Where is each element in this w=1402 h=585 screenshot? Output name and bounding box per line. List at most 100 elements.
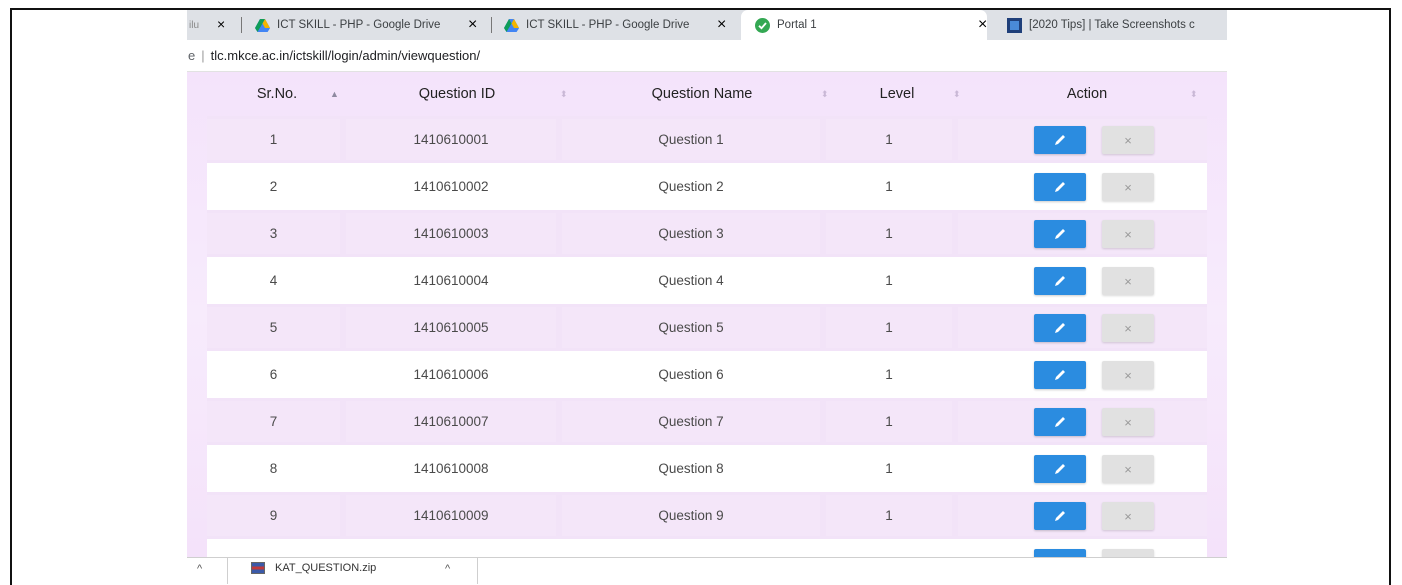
table-row: 8 1410610008 Question 8 1 × <box>207 445 1207 492</box>
pencil-icon <box>1055 323 1065 333</box>
check-circle-icon <box>755 17 770 33</box>
delete-button[interactable]: × <box>1102 314 1154 342</box>
edit-button[interactable] <box>1034 408 1086 436</box>
table-row: 7 1410610007 Question 7 1 × <box>207 398 1207 445</box>
table-row: 5 1410610005 Question 5 1 × <box>207 304 1207 351</box>
column-header-sr-no[interactable]: Sr.No. <box>237 72 317 116</box>
edit-button[interactable] <box>1034 455 1086 483</box>
cell-question-id: 1410610003 <box>346 213 556 254</box>
cell-sr-no: 7 <box>207 401 340 442</box>
cell-level: 1 <box>885 461 893 476</box>
close-icon[interactable]: × <box>717 16 726 34</box>
column-header-level[interactable]: Level <box>857 72 937 116</box>
cell-question-id: 1410610008 <box>413 461 489 476</box>
cell-question-name: Question 6 <box>658 367 724 382</box>
close-icon: × <box>1124 179 1132 195</box>
google-drive-icon <box>504 18 519 33</box>
cell-sr-no: 4 <box>269 273 278 288</box>
tab-drive-1[interactable]: ICT SKILL - PHP - Google Drive <box>255 10 485 40</box>
close-icon: × <box>1124 320 1132 336</box>
tab-portal[interactable]: Portal 1 <box>741 10 987 40</box>
tab-screenshots-tips[interactable]: [2020 Tips] | Take Screenshots c <box>1007 10 1227 40</box>
cell-sr-no: 1 <box>207 119 340 160</box>
close-icon: × <box>1124 414 1132 430</box>
cell-level: 1 <box>826 495 952 536</box>
cell-sr-no: 3 <box>207 213 340 254</box>
tab-strip: ilu × ICT SKILL - PHP - Google Drive × I… <box>187 10 1227 40</box>
close-icon[interactable]: × <box>468 16 477 34</box>
pencil-icon <box>1055 370 1065 380</box>
sort-icon[interactable]: ⬍ <box>821 89 829 100</box>
sort-icon[interactable]: ⬍ <box>560 89 568 100</box>
cell-level: 1 <box>826 213 952 254</box>
address-bar[interactable]: e | tlc.mkce.ac.in/ictskill/login/admin/… <box>187 40 1227 72</box>
tab-partial[interactable]: ilu <box>187 10 215 40</box>
cell-question-name: Question 4 <box>658 273 724 288</box>
browser-window: ilu × ICT SKILL - PHP - Google Drive × I… <box>187 10 1227 585</box>
cell-question-id: 1410610001 <box>346 119 556 160</box>
edit-button[interactable] <box>1034 126 1086 154</box>
cell-question-name: Question 7 <box>562 401 820 442</box>
delete-button[interactable]: × <box>1102 267 1154 295</box>
sort-icon[interactable]: ⬍ <box>953 89 961 100</box>
cell-question-id: 1410610007 <box>346 401 556 442</box>
edit-button[interactable] <box>1034 267 1086 295</box>
cell-level: 1 <box>885 273 893 288</box>
close-icon: × <box>1124 367 1132 383</box>
cell-sr-no: 8 <box>269 461 278 476</box>
tab-label: ilu <box>189 19 200 31</box>
sort-ascending-icon[interactable]: ▲ <box>330 89 339 99</box>
column-header-question-id[interactable]: Question ID <box>387 72 527 116</box>
download-divider <box>227 558 228 584</box>
table-row: 4 1410610004 Question 4 1 × <box>207 257 1207 304</box>
download-filename: KAT_QUESTION.zip <box>275 562 377 574</box>
cell-question-name: Question 5 <box>562 307 820 348</box>
screenshot-frame: ilu × ICT SKILL - PHP - Google Drive × I… <box>10 8 1391 585</box>
delete-button[interactable]: × <box>1102 220 1154 248</box>
table-row: 6 1410610006 Question 6 1 × <box>207 351 1207 398</box>
pencil-icon <box>1055 276 1065 286</box>
pencil-icon <box>1055 511 1065 521</box>
close-icon[interactable]: × <box>978 16 987 34</box>
cell-question-id: 1410610004 <box>413 273 489 288</box>
delete-button[interactable]: × <box>1102 455 1154 483</box>
delete-button[interactable]: × <box>1102 408 1154 436</box>
tab-label: ICT SKILL - PHP - Google Drive <box>526 19 690 31</box>
address-url[interactable]: tlc.mkce.ac.in/ictskill/login/admin/view… <box>211 48 481 63</box>
edit-button[interactable] <box>1034 220 1086 248</box>
edit-button[interactable] <box>1034 502 1086 530</box>
chevron-up-icon[interactable]: ^ <box>197 563 202 575</box>
delete-button[interactable]: × <box>1102 361 1154 389</box>
edit-button[interactable] <box>1034 361 1086 389</box>
page-content: Sr.No. ▲ Question ID ⬍ Question Name ⬍ L… <box>187 72 1227 585</box>
delete-button[interactable]: × <box>1102 126 1154 154</box>
close-icon: × <box>1124 273 1132 289</box>
close-icon[interactable]: × <box>217 16 225 32</box>
column-header-question-name[interactable]: Question Name <box>617 72 787 116</box>
cell-question-name: Question 1 <box>562 119 820 160</box>
cell-question-id: 1410610009 <box>346 495 556 536</box>
cell-sr-no: 9 <box>207 495 340 536</box>
cell-level: 1 <box>885 179 893 194</box>
edit-button[interactable] <box>1034 173 1086 201</box>
table-row: 3 1410610003 Question 3 1 × <box>207 210 1207 257</box>
column-header-action: Action <box>1066 86 1108 102</box>
cell-question-name: Question 8 <box>658 461 724 476</box>
pencil-icon <box>1055 182 1065 192</box>
address-divider: | <box>201 48 205 63</box>
download-item[interactable]: KAT_QUESTION.zip <box>251 558 376 578</box>
close-icon: × <box>1124 508 1132 524</box>
sort-icon[interactable]: ⬍ <box>1190 89 1198 100</box>
delete-button[interactable]: × <box>1102 502 1154 530</box>
cell-question-name: Question 9 <box>562 495 820 536</box>
tab-label: Portal 1 <box>777 19 817 31</box>
tab-drive-2[interactable]: ICT SKILL - PHP - Google Drive <box>504 10 734 40</box>
table-row: 1 1410610001 Question 1 1 × <box>207 116 1207 163</box>
edit-button[interactable] <box>1034 314 1086 342</box>
table-row: 2 1410610002 Question 2 1 × <box>207 163 1207 210</box>
delete-button[interactable]: × <box>1102 173 1154 201</box>
zip-file-icon <box>251 562 265 574</box>
tab-label: ICT SKILL - PHP - Google Drive <box>277 19 441 31</box>
address-scheme: e <box>188 48 196 63</box>
chevron-up-icon[interactable]: ^ <box>445 563 450 575</box>
